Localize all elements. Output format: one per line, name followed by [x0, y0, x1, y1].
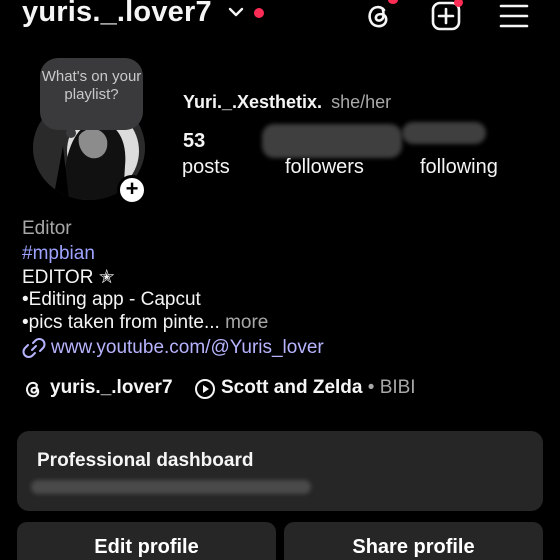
bio-line-text: •pics taken from pinte...: [22, 312, 220, 333]
music-title: Scott and Zelda: [221, 377, 363, 398]
chevron-down-icon[interactable]: [228, 4, 244, 20]
bio-line: •pics taken from pinte... more: [22, 312, 268, 334]
link-icon: [22, 338, 46, 358]
more-link[interactable]: more: [225, 312, 268, 333]
redaction-following-count: [402, 122, 486, 144]
bio-hashtag[interactable]: #mpbian: [22, 243, 95, 265]
dashboard-title: Professional dashboard: [37, 450, 254, 471]
display-name-text: Yuri._.Xesthetix.: [183, 92, 323, 112]
top-bar: yuris._.lover7: [0, 0, 560, 40]
posts-count[interactable]: 53: [183, 130, 205, 153]
professional-dashboard[interactable]: Professional dashboard: [17, 431, 543, 511]
music-artist: BIBI: [379, 377, 416, 398]
music-separator: •: [367, 377, 375, 398]
bio-line: •Editing app - Capcut: [22, 289, 201, 310]
share-profile-button[interactable]: Share profile: [284, 522, 543, 560]
posts-label[interactable]: posts: [182, 156, 230, 179]
followers-label[interactable]: followers: [285, 156, 364, 179]
profile-chips: yuris._.lover7 Scott and Zelda • BIBI: [22, 376, 542, 406]
threads-icon[interactable]: [362, 0, 394, 32]
following-label[interactable]: following: [420, 156, 498, 179]
profile-category: Editor: [22, 218, 72, 239]
note-bubble-tail: [66, 128, 76, 138]
notification-dot: [388, 0, 398, 4]
notification-dot: [254, 8, 264, 18]
add-story-button[interactable]: +: [117, 175, 147, 205]
menu-icon[interactable]: [498, 0, 530, 32]
display-name: Yuri._.Xesthetix. she/her: [183, 92, 391, 113]
edit-profile-button[interactable]: Edit profile: [17, 522, 276, 560]
music-chip[interactable]: Scott and Zelda • BIBI: [221, 377, 416, 399]
redaction-dashboard-subtitle: [31, 480, 311, 494]
bio-link-text[interactable]: www.youtube.com/@Yuris_lover: [51, 337, 324, 359]
threads-icon: [26, 381, 40, 398]
username-title[interactable]: yuris._.lover7: [22, 0, 212, 29]
redaction-followers-count: [262, 124, 402, 158]
note-bubble[interactable]: What's on your playlist?: [40, 58, 143, 130]
threads-handle[interactable]: yuris._.lover7: [50, 377, 173, 399]
pronouns: she/her: [331, 92, 392, 112]
bio-line: EDITOR ✭: [22, 267, 115, 288]
play-icon: [195, 379, 215, 399]
